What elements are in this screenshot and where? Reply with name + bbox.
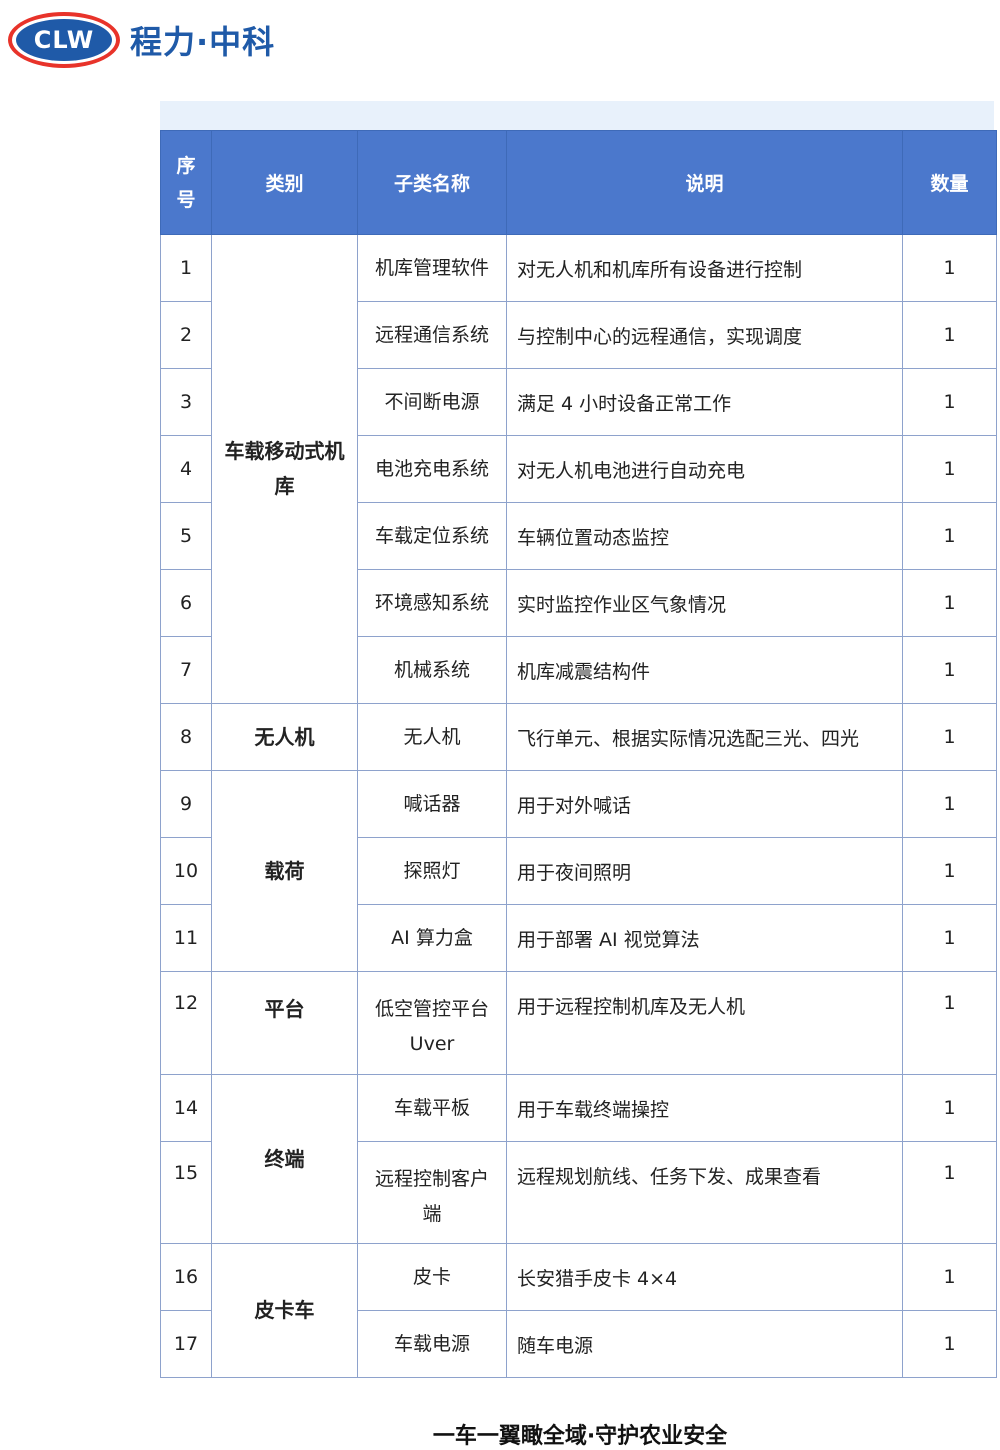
row-name: 车载电源 [357,1310,507,1378]
row-no: 9 [160,770,212,838]
table-header-row: 序号 类别 子类名称 说明 数量 [160,130,997,235]
row-qty: 1 [902,1141,997,1244]
row-desc: 用于部署 AI 视觉算法 [506,904,903,972]
row-qty: 1 [902,569,997,637]
row-no: 2 [160,301,212,369]
header-subname: 子类名称 [357,130,507,235]
row-desc: 飞行单元、根据实际情况选配三光、四光 [506,703,903,771]
row-qty: 1 [902,1310,997,1378]
row-desc: 车辆位置动态监控 [506,502,903,570]
row-qty: 1 [902,904,997,972]
row-desc: 对无人机电池进行自动充电 [506,435,903,503]
table-row: 8 无人机 无人机 飞行单元、根据实际情况选配三光、四光 1 [160,703,997,771]
row-no: 1 [160,234,212,302]
company-logo: CLW 程力·中科 [8,10,275,70]
row-no: 7 [160,636,212,704]
footer-slogan: 一车一翼瞰全域·守护农业安全 [432,1424,728,1449]
equipment-table: 序号 类别 子类名称 说明 数量 1 车载移动式机库 机库管理软件 对无人机和机… [160,130,997,1378]
row-no: 14 [160,1074,212,1142]
row-name: 环境感知系统 [357,569,507,637]
company-name: 程力·中科 [130,23,276,61]
row-no: 12 [160,971,212,1075]
row-name: 远程通信系统 [357,301,507,369]
row-qty: 1 [902,636,997,704]
row-name: 探照灯 [357,837,507,905]
row-no: 5 [160,502,212,570]
row-name: 不间断电源 [357,368,507,436]
row-name: 低空管控平台 Uver [357,971,507,1075]
row-desc: 远程规划航线、任务下发、成果查看 [506,1141,903,1244]
table-row: 9 载荷 喊话器 用于对外喊话 1 [160,770,997,972]
category-cell: 终端 [211,1074,358,1244]
row-name: 机库管理软件 [357,234,507,302]
category-cell: 无人机 [211,703,358,771]
table-row: 12 平台 低空管控平台 Uver 用于远程控制机库及无人机 1 [160,971,997,1075]
row-desc: 用于夜间照明 [506,837,903,905]
row-desc: 用于远程控制机库及无人机 [506,971,903,1075]
row-name: AI 算力盒 [357,904,507,972]
row-qty: 1 [902,837,997,905]
row-no: 17 [160,1310,212,1378]
row-qty: 1 [902,435,997,503]
category-cell: 皮卡车 [211,1243,358,1378]
clw-emblem-icon: CLW [8,12,120,68]
header-qty: 数量 [902,130,997,235]
row-qty: 1 [902,301,997,369]
category-cell: 车载移动式机库 [211,234,358,704]
row-name: 远程控制客户端 [357,1141,507,1244]
row-desc: 用于车载终端操控 [506,1074,903,1142]
row-name: 车载定位系统 [357,502,507,570]
row-no: 8 [160,703,212,771]
header-category: 类别 [211,130,358,235]
row-no: 10 [160,837,212,905]
row-desc: 用于对外喊话 [506,770,903,838]
header-desc: 说明 [506,130,903,235]
header-seq: 序号 [160,130,212,235]
table-row: 16 皮卡车 皮卡 长安猎手皮卡 4×4 1 [160,1243,997,1378]
row-desc: 满足 4 小时设备正常工作 [506,368,903,436]
category-cell: 载荷 [211,770,358,972]
row-no: 4 [160,435,212,503]
row-name: 喊话器 [357,770,507,838]
category-cell: 平台 [211,971,358,1075]
row-qty: 1 [902,1074,997,1142]
row-name: 皮卡 [357,1243,507,1311]
row-desc: 机库减震结构件 [506,636,903,704]
row-name: 电池充电系统 [357,435,507,503]
table-row: 14 终端 车载平板 用于车载终端操控 1 [160,1074,997,1244]
row-qty: 1 [902,1243,997,1311]
row-desc: 实时监控作业区气象情况 [506,569,903,637]
row-desc: 长安猎手皮卡 4×4 [506,1243,903,1311]
row-no: 3 [160,368,212,436]
row-desc: 与控制中心的远程通信，实现调度 [506,301,903,369]
table-row: 1 车载移动式机库 机库管理软件 对无人机和机库所有设备进行控制 1 [160,234,997,704]
row-name: 机械系统 [357,636,507,704]
logo-letters: CLW [33,26,95,54]
row-no: 15 [160,1141,212,1244]
row-no: 6 [160,569,212,637]
table-top-band [160,101,994,131]
row-name: 无人机 [357,703,507,771]
row-qty: 1 [902,971,997,1075]
row-desc: 随车电源 [506,1310,903,1378]
row-desc: 对无人机和机库所有设备进行控制 [506,234,903,302]
row-no: 16 [160,1243,212,1311]
row-qty: 1 [902,368,997,436]
row-qty: 1 [902,234,997,302]
row-no: 11 [160,904,212,972]
row-name: 车载平板 [357,1074,507,1142]
row-qty: 1 [902,502,997,570]
row-qty: 1 [902,703,997,771]
row-qty: 1 [902,770,997,838]
